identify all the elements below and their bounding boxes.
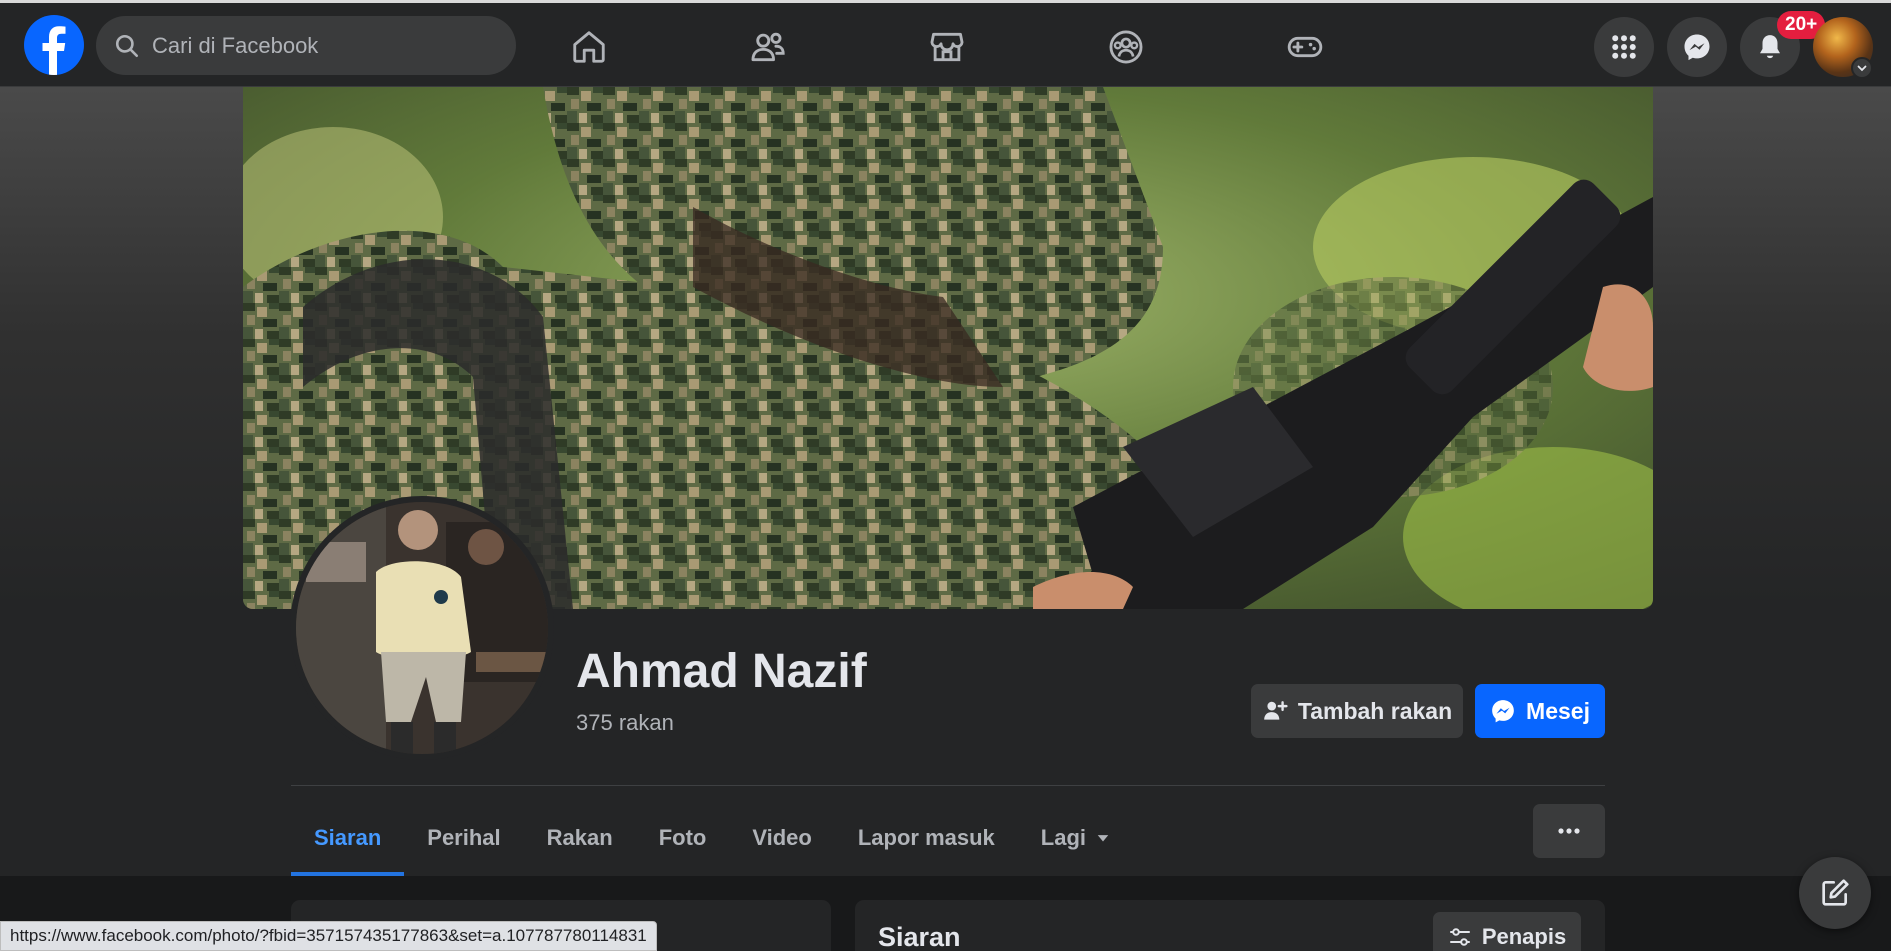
more-horizontal-icon xyxy=(1558,828,1580,834)
search-icon xyxy=(115,34,139,57)
profile-tabs: Siaran Perihal Rakan Foto Video Lapor ma… xyxy=(291,800,1133,876)
filter-sliders-icon xyxy=(1449,928,1470,946)
friends-icon xyxy=(751,32,785,62)
message-button[interactable]: Mesej xyxy=(1475,684,1605,738)
tab-posts[interactable]: Siaran xyxy=(291,800,405,876)
caret-down-icon xyxy=(1097,835,1109,842)
messenger-button[interactable] xyxy=(1667,17,1727,77)
account-menu-toggle[interactable] xyxy=(1851,57,1873,79)
tab-photos[interactable]: Foto xyxy=(636,800,730,876)
profile-options-button[interactable] xyxy=(1533,804,1605,858)
add-friend-label: Tambah rakan xyxy=(1297,697,1453,724)
grid-menu-icon xyxy=(1612,35,1636,59)
add-friend-button[interactable]: Tambah rakan xyxy=(1251,684,1463,738)
tab-check-ins[interactable]: Lapor masuk xyxy=(835,800,1018,876)
nav-gaming[interactable] xyxy=(1260,17,1350,77)
compose-icon xyxy=(1822,879,1849,906)
tab-posts-label: Siaran xyxy=(314,825,382,850)
tab-photos-label: Foto xyxy=(658,825,707,850)
tab-check-ins-label: Lapor masuk xyxy=(857,825,995,850)
messenger-icon xyxy=(1492,700,1514,723)
groups-icon xyxy=(1109,30,1143,64)
bell-icon xyxy=(1760,35,1780,59)
tab-videos[interactable]: Video xyxy=(729,800,835,876)
filter-label: Penapis xyxy=(1481,924,1567,949)
link-preview-status-bar: https://www.facebook.com/photo/?fbid=357… xyxy=(0,921,657,951)
tab-friends-label: Rakan xyxy=(546,825,613,850)
nav-friends[interactable] xyxy=(723,17,813,77)
nav-groups[interactable] xyxy=(1081,17,1171,77)
gaming-icon xyxy=(1287,36,1323,58)
tab-more-label: Lagi xyxy=(1040,825,1087,850)
messenger-icon xyxy=(1684,34,1710,61)
add-friend-icon xyxy=(1264,701,1288,720)
tab-videos-label: Video xyxy=(752,825,812,850)
nav-marketplace[interactable] xyxy=(902,17,992,77)
header-divider xyxy=(291,785,1605,786)
message-label: Mesej xyxy=(1526,697,1590,724)
nav-home[interactable] xyxy=(544,17,634,77)
chevron-down-icon xyxy=(1857,65,1867,72)
tab-about-label: Perihal xyxy=(427,825,501,850)
home-icon xyxy=(573,31,605,63)
marketplace-icon xyxy=(930,32,964,62)
profile-name: Ahmad Nazif xyxy=(576,645,867,698)
tab-about[interactable]: Perihal xyxy=(404,800,523,876)
search-input[interactable] xyxy=(152,32,492,59)
filter-button[interactable]: Penapis xyxy=(1433,912,1581,951)
profile-photo-image xyxy=(296,502,548,754)
tab-more[interactable]: Lagi xyxy=(1018,800,1133,876)
search-bar[interactable] xyxy=(96,16,516,75)
tab-friends[interactable]: Rakan xyxy=(524,800,636,876)
facebook-logo-icon[interactable] xyxy=(24,15,84,75)
friend-count[interactable]: 375 rakan xyxy=(576,710,674,736)
profile-picture[interactable] xyxy=(290,496,554,760)
top-navigation-bar: 20+ xyxy=(0,0,1891,87)
menu-button[interactable] xyxy=(1594,17,1654,77)
new-message-button[interactable] xyxy=(1799,857,1871,929)
posts-section-title: Siaran xyxy=(878,922,961,951)
